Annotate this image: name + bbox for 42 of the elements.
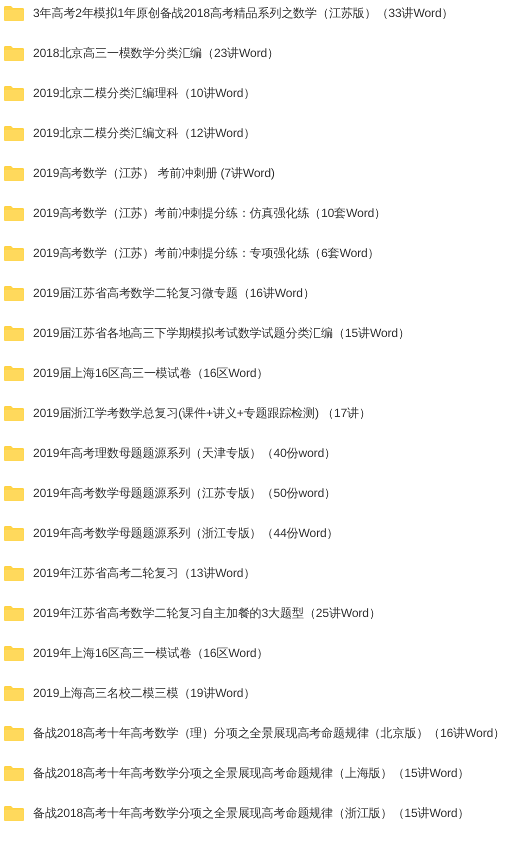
folder-name[interactable]: 2019年江苏省高考二轮复习（13讲Word） <box>33 565 256 582</box>
folder-icon <box>4 166 24 181</box>
folder-name[interactable]: 2019北京二模分类汇编理科（10讲Word） <box>33 85 256 102</box>
folder-name[interactable]: 2019年高考数学母题题源系列（江苏专版）（50份word） <box>33 485 336 502</box>
folder-icon <box>4 486 24 501</box>
folder-icon <box>4 246 24 261</box>
folder-icon <box>4 326 24 341</box>
folder-name[interactable]: 备战2018高考十年高考数学分项之全景展现高考命题规律（上海版）（15讲Word） <box>33 765 470 782</box>
folder-icon <box>4 6 24 21</box>
folder-name[interactable]: 2019高考数学（江苏） 考前冲刺册 (7讲Word) <box>33 165 275 182</box>
folder-icon <box>4 446 24 461</box>
folder-name[interactable]: 备战2018高考十年高考数学分项之全景展现高考命题规律（浙江版）（15讲Word） <box>33 805 470 822</box>
folder-icon <box>4 566 24 581</box>
folder-name[interactable]: 2019北京二模分类汇编文科（12讲Word） <box>33 125 256 142</box>
folder-icon <box>4 606 24 621</box>
folder-name[interactable]: 2019年上海16区高三一模试卷（16区Word） <box>33 645 268 662</box>
folder-icon <box>4 646 24 661</box>
folder-name[interactable]: 3年高考2年模拟1年原创备战2018高考精品系列之数学（江苏版）（33讲Word） <box>33 5 454 22</box>
folder-icon <box>4 806 24 821</box>
folder-name[interactable]: 2019上海高三名校二模三模（19讲Word） <box>33 685 256 702</box>
folder-name[interactable]: 2019年高考理数母题题源系列（天津专版）（40份word） <box>33 445 336 462</box>
folder-icon <box>4 206 24 221</box>
folder-icon <box>4 726 24 741</box>
folder-name[interactable]: 2019届上海16区高三一模试卷（16区Word） <box>33 365 268 382</box>
folder-icon <box>4 766 24 781</box>
folder-icon <box>4 366 24 381</box>
folder-icon <box>4 86 24 101</box>
folder-name[interactable]: 2019年江苏省高考数学二轮复习自主加餐的3大题型（25讲Word） <box>33 605 381 622</box>
folder-name[interactable]: 2019年高考数学母题题源系列（浙江专版）（44份Word） <box>33 525 338 542</box>
folder-icon <box>4 46 24 61</box>
folder-name[interactable]: 2019届浙江学考数学总复习(课件+讲义+专题跟踪检测) （17讲） <box>33 405 371 422</box>
folder-name[interactable]: 2019高考数学（江苏）考前冲刺提分练：仿真强化练（10套Word） <box>33 205 386 222</box>
folder-name[interactable]: 2019届江苏省高考数学二轮复习微专题（16讲Word） <box>33 285 315 302</box>
folder-name[interactable]: 2019高考数学（江苏）考前冲刺提分练：专项强化练（6套Word） <box>33 245 380 262</box>
folder-icon <box>4 286 24 301</box>
folder-icon <box>4 406 24 421</box>
folder-name[interactable]: 备战2018高考十年高考数学（理）分项之全景展现高考命题规律（北京版）（16讲Word） <box>33 725 506 742</box>
folder-name[interactable]: 2019届江苏省各地高三下学期模拟考试数学试题分类汇编（15讲Word） <box>33 325 410 342</box>
folder-icon <box>4 126 24 141</box>
folder-icon <box>4 526 24 541</box>
folder-name[interactable]: 2018北京高三一模数学分类汇编（23讲Word） <box>33 45 279 62</box>
folder-icon <box>4 686 24 701</box>
